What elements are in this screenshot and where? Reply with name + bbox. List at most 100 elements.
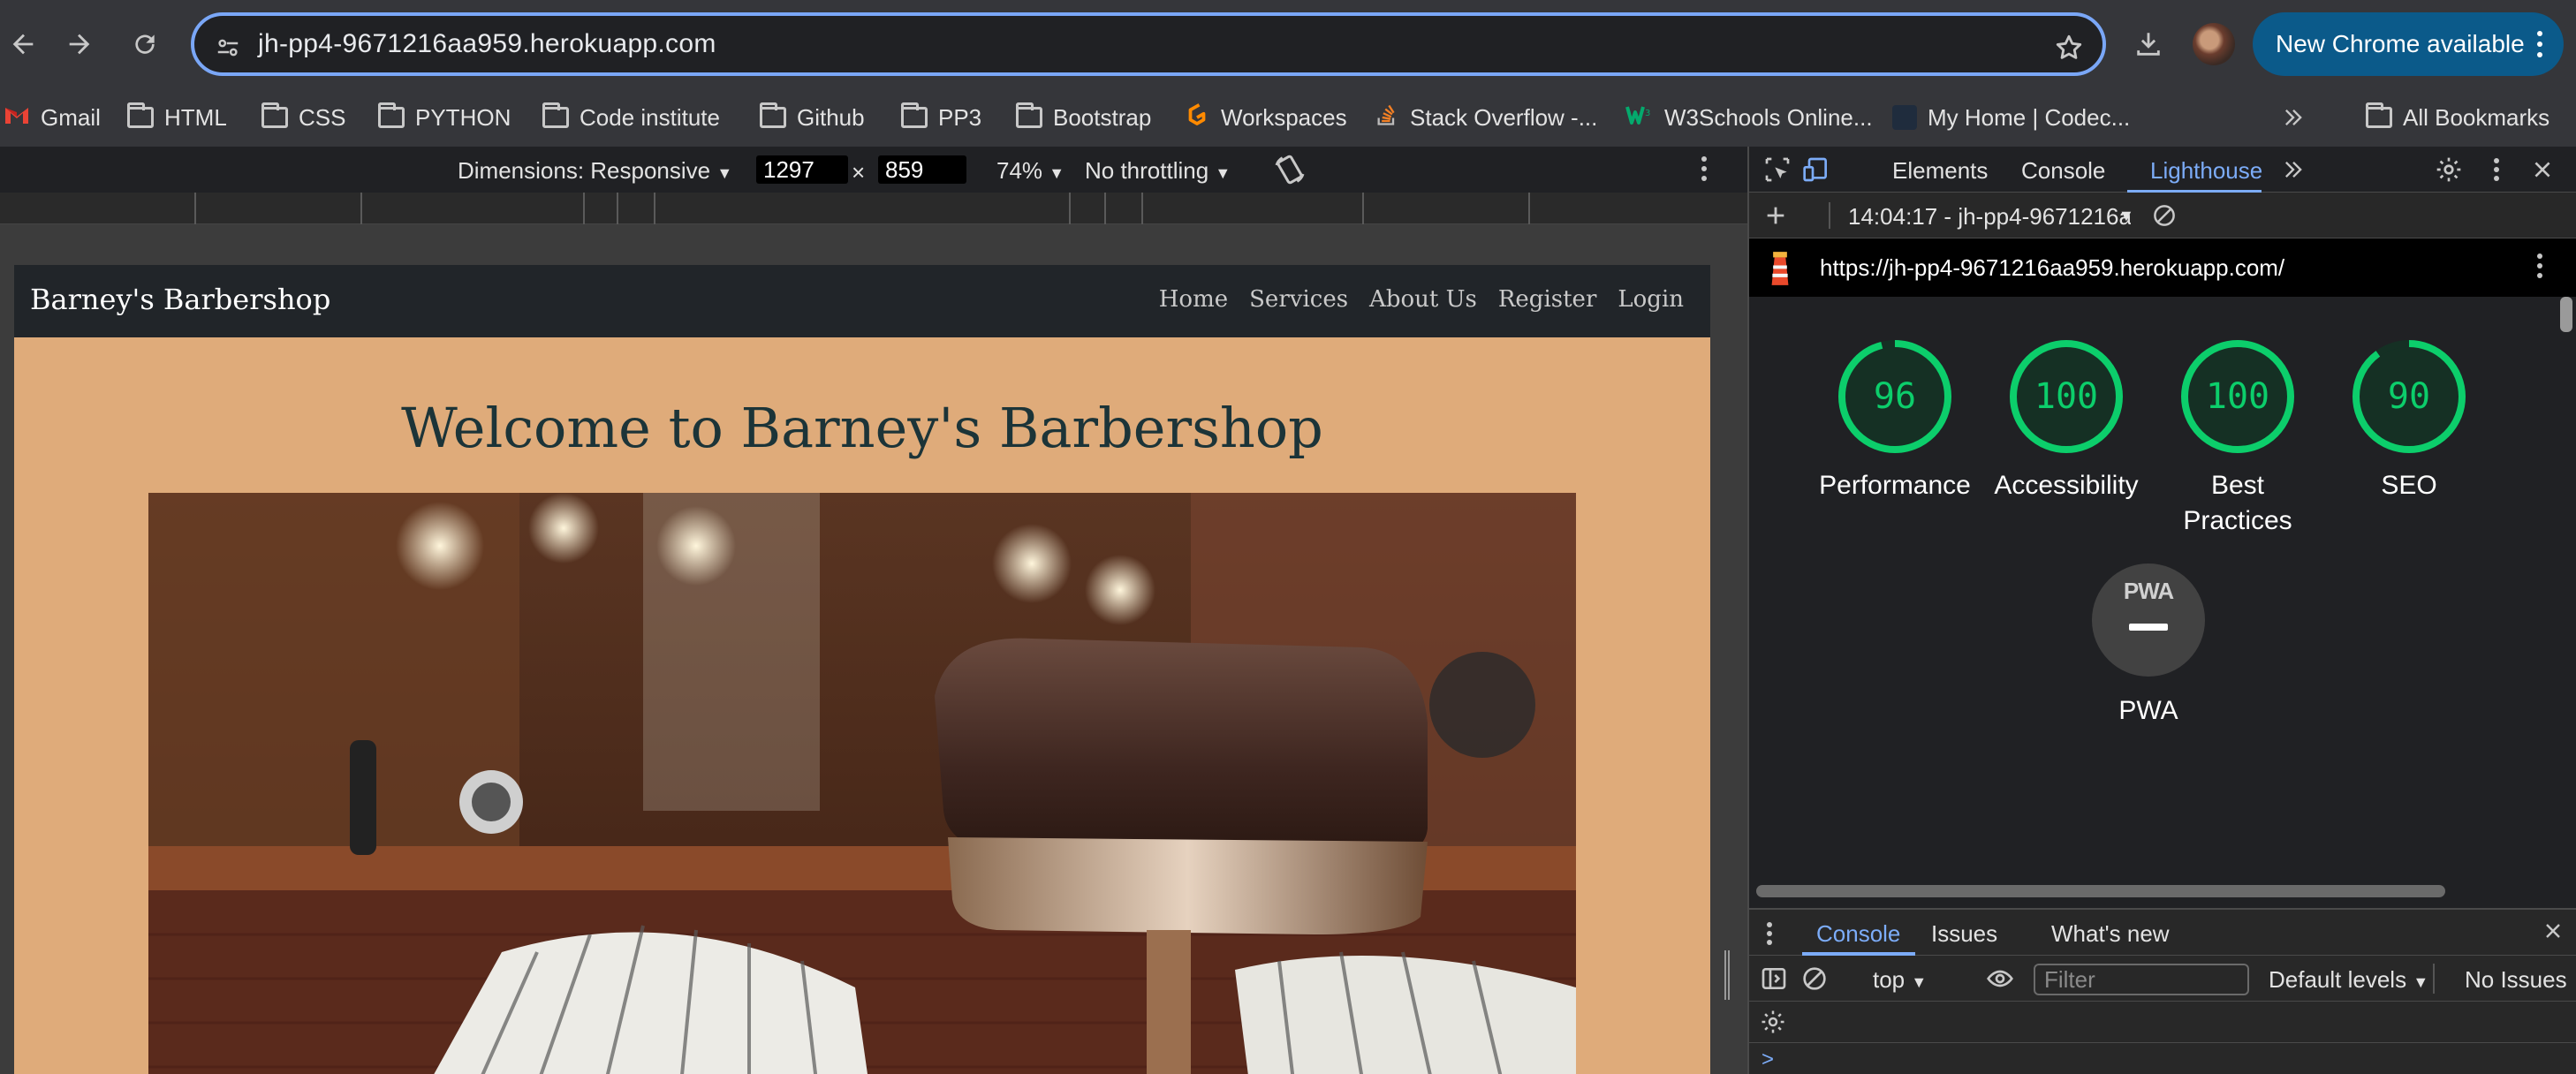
bookmark-star-icon[interactable] xyxy=(2051,30,2087,65)
reload-icon[interactable] xyxy=(122,21,168,67)
bookmark-github[interactable]: Github xyxy=(760,99,865,136)
profile-avatar[interactable] xyxy=(2193,23,2235,65)
context-selector[interactable]: top ▼ xyxy=(1873,966,1927,994)
console-filter-input[interactable]: Filter xyxy=(2034,964,2249,995)
site-settings-icon[interactable] xyxy=(210,30,246,65)
viewport-resize-handle[interactable] xyxy=(1724,950,1730,1000)
gauge-accessibility[interactable]: 100 Accessibility xyxy=(1994,337,2139,500)
bookmark-label: Workspaces xyxy=(1221,103,1347,131)
inspect-element-icon[interactable] xyxy=(1760,152,1795,187)
gauge-seo[interactable]: 90 SEO xyxy=(2350,337,2468,500)
site-navbar: Barney's Barbershop Home Services About … xyxy=(14,265,1710,337)
width-input[interactable]: 1297 xyxy=(756,155,848,184)
live-expression-eye-icon[interactable] xyxy=(1984,964,2016,999)
folder-icon xyxy=(261,102,288,128)
throttling-dropdown[interactable]: No throttling ▼ xyxy=(1085,157,1231,185)
gauge-label: Performance xyxy=(1819,471,1971,500)
nav-services[interactable]: Services xyxy=(1249,286,1348,313)
bookmark-w3schools[interactable]: 3 W3Schools Online... xyxy=(1625,99,1873,136)
chrome-menu-icon[interactable] xyxy=(2535,28,2544,66)
report-menu-icon[interactable] xyxy=(2535,251,2544,287)
log-levels-label: Default levels xyxy=(2269,966,2407,993)
site-brand[interactable]: Barney's Barbershop xyxy=(30,283,330,316)
hero-image xyxy=(148,493,1576,1074)
zoom-label: 74% xyxy=(996,157,1043,184)
height-input[interactable]: 859 xyxy=(878,155,966,184)
folder-icon xyxy=(378,102,405,128)
new-chrome-available-button[interactable]: New Chrome available xyxy=(2253,12,2564,76)
devtools-menu-icon[interactable] xyxy=(2479,152,2514,187)
forward-icon[interactable] xyxy=(57,21,102,67)
update-label: New Chrome available xyxy=(2276,30,2525,57)
report-horizontal-scrollbar[interactable] xyxy=(1756,885,2445,897)
close-devtools-icon[interactable] xyxy=(2525,152,2560,187)
address-bar[interactable]: jh-pp4-9671216aa959.herokuapp.com xyxy=(191,12,2106,76)
dimensions-dropdown[interactable]: Dimensions: Responsive ▼ xyxy=(458,157,732,185)
bookmark-bootstrap[interactable]: Bootstrap xyxy=(1016,99,1151,136)
console-divider xyxy=(1749,1042,2576,1043)
bookmark-gmail[interactable]: Gmail xyxy=(4,99,101,136)
bookmark-workspaces[interactable]: Workspaces xyxy=(1184,99,1347,136)
pwa-badge[interactable]: PWA xyxy=(2092,563,2205,677)
gauge-value: 90 xyxy=(2388,376,2430,417)
bookmark-html[interactable]: HTML xyxy=(127,99,227,136)
zoom-dropdown[interactable]: 74% ▼ xyxy=(996,157,1064,185)
device-toolbar-menu-icon[interactable] xyxy=(1700,154,1708,190)
new-report-plus-icon[interactable] xyxy=(1758,198,1793,233)
ruler-tick xyxy=(360,193,362,224)
svg-text:3: 3 xyxy=(1645,109,1650,118)
bookmark-stack-overflow[interactable]: Stack Overflow -... xyxy=(1375,99,1597,136)
report-scrollbar[interactable] xyxy=(2560,297,2572,332)
log-levels-dropdown[interactable]: Default levels ▼ xyxy=(2269,966,2428,994)
bookmark-python[interactable]: PYTHON xyxy=(378,99,511,136)
settings-gear-icon[interactable] xyxy=(2431,152,2466,187)
caret-down-icon: ▼ xyxy=(2118,207,2134,224)
bookmark-pp3[interactable]: PP3 xyxy=(901,99,981,136)
drawer-tab-whats-new[interactable]: What's new xyxy=(2051,920,2170,948)
report-selector[interactable]: 14:04:17 - jh-pp4-9671216a xyxy=(1827,203,2131,231)
tab-lighthouse[interactable]: Lighthouse xyxy=(2150,157,2262,185)
close-drawer-icon[interactable] xyxy=(2542,920,2564,948)
nav-register[interactable]: Register xyxy=(1498,286,1597,313)
drawer-tab-console[interactable]: Console xyxy=(1816,920,1900,948)
download-icon[interactable] xyxy=(2127,23,2170,65)
bookmark-css[interactable]: CSS xyxy=(261,99,345,136)
gauge-best-practices[interactable]: 100 Best Practices xyxy=(2178,337,2297,535)
console-settings-icon[interactable] xyxy=(1760,1009,1786,1040)
sidebar-toggle-icon[interactable] xyxy=(1760,964,1788,999)
lighthouse-logo-icon xyxy=(1763,249,1797,294)
more-tabs-icon[interactable] xyxy=(2276,152,2311,187)
bookmark-label: HTML xyxy=(164,103,227,131)
all-bookmarks[interactable]: All Bookmarks xyxy=(2366,99,2549,136)
console-prompt[interactable]: > xyxy=(1762,1048,1774,1072)
clear-console-icon[interactable] xyxy=(1800,964,1829,999)
nav-home[interactable]: Home xyxy=(1159,286,1228,313)
tab-console[interactable]: Console xyxy=(2021,157,2105,185)
nav-about-us[interactable]: About Us xyxy=(1369,286,1477,313)
report-url[interactable]: https://jh-pp4-9671216aa959.herokuapp.co… xyxy=(1820,254,2284,282)
issues-counter[interactable]: No Issues xyxy=(2465,966,2567,994)
nav-login[interactable]: Login xyxy=(1618,286,1684,313)
gauge-value: 100 xyxy=(2206,376,2269,417)
clear-reports-icon[interactable] xyxy=(2147,198,2182,233)
rotate-icon[interactable] xyxy=(1272,152,1307,193)
caret-down-icon: ▼ xyxy=(1049,164,1065,182)
context-label: top xyxy=(1873,966,1905,993)
bookmark-label: Stack Overflow -... xyxy=(1410,103,1598,131)
ruler-tick xyxy=(583,193,585,224)
browser-toolbar: jh-pp4-9671216aa959.herokuapp.com New Ch… xyxy=(0,0,2576,88)
more-bookmarks-icon[interactable] xyxy=(2281,99,2306,136)
bookmark-codecademy[interactable]: My Home | Codec... xyxy=(1892,99,2130,136)
device-toolbar-toggle-icon[interactable] xyxy=(1799,152,1834,187)
drawer-menu-icon[interactable] xyxy=(1765,920,1774,953)
toolbar-divider xyxy=(2433,964,2435,994)
tab-elements[interactable]: Elements xyxy=(1892,157,1988,185)
bookmark-code-institute[interactable]: Code institute xyxy=(542,99,720,136)
gauge-performance[interactable]: 96 Performance xyxy=(1819,337,1971,500)
media-query-ruler[interactable] xyxy=(0,193,1747,224)
back-icon[interactable] xyxy=(0,21,46,67)
ruler-tick xyxy=(1069,193,1071,224)
drawer-tab-issues[interactable]: Issues xyxy=(1931,920,1997,948)
stackoverflow-icon xyxy=(1375,102,1399,134)
bookmark-label: CSS xyxy=(299,103,346,131)
